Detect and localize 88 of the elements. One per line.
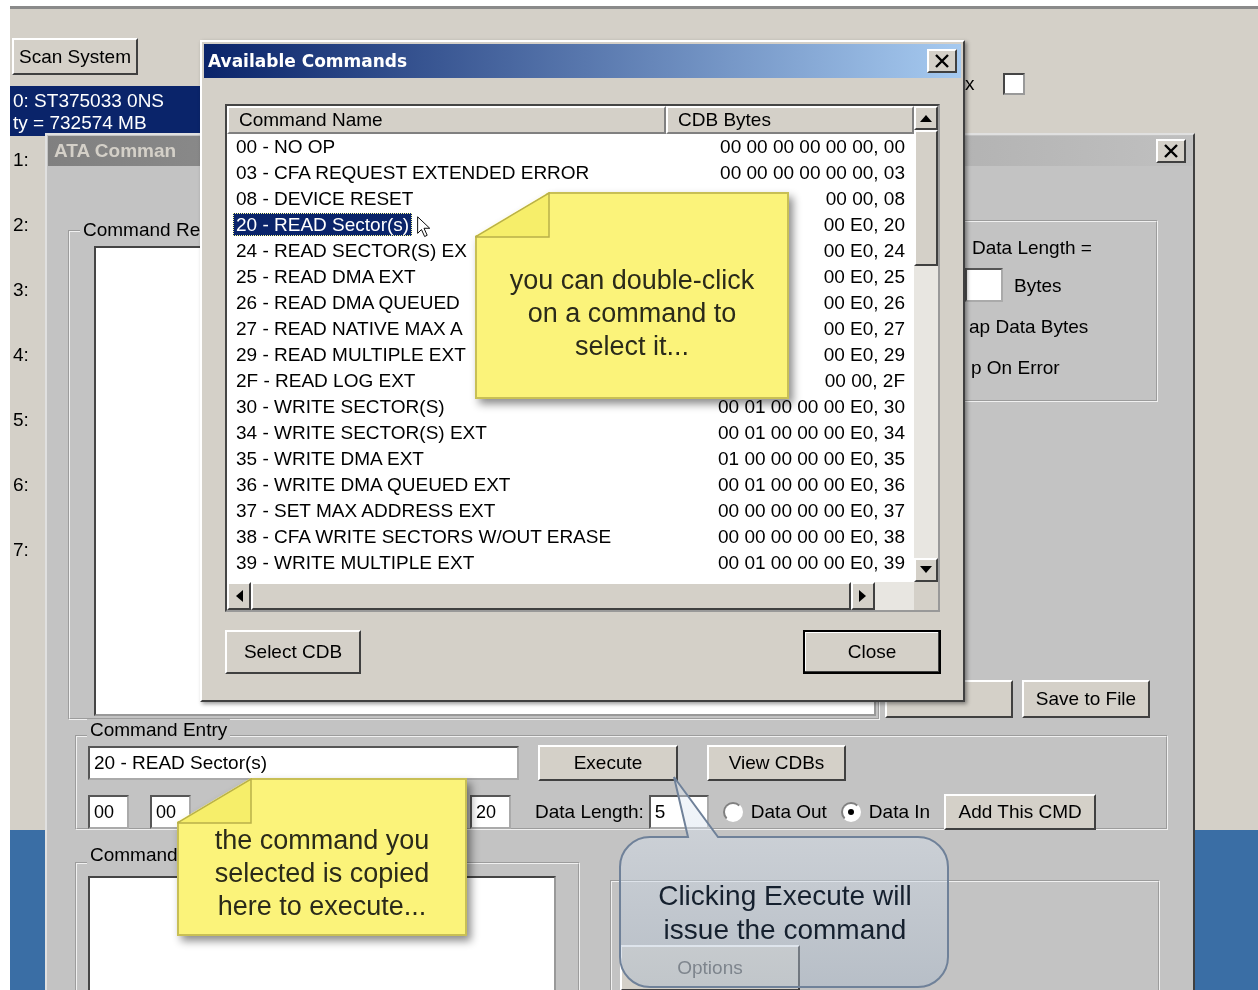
vertical-scrollbar[interactable] — [914, 106, 938, 582]
scrollbar-corner — [914, 582, 938, 610]
input-field[interactable] — [965, 268, 1003, 302]
cdb-bytes: 00 01 00 00 00 E0, 34 — [718, 422, 905, 443]
bytes-label: Bytes — [1014, 275, 1062, 297]
up-arrow-icon — [920, 114, 932, 122]
mouse-pointer-icon — [417, 216, 431, 238]
byte-field[interactable]: 20 — [470, 795, 511, 829]
save-button[interactable]: Save to File — [1022, 680, 1150, 718]
command-name[interactable]: 00 - NO OP — [233, 135, 339, 158]
radio-label[interactable]: Data In — [868, 801, 931, 823]
view-cdbs-button[interactable]: View CDBs — [707, 745, 846, 781]
command-name[interactable]: 03 - CFA REQUEST EXTENDED ERROR — [233, 161, 593, 184]
device-item[interactable]: 5: — [10, 396, 43, 461]
command-name[interactable]: 2F - READ LOG EXT — [233, 369, 419, 392]
command-name[interactable]: 25 - READ DMA EXT — [233, 265, 419, 288]
cdb-bytes: 00 01 00 00 00 E0, 30 — [718, 396, 905, 417]
command-field[interactable]: 20 - READ Sector(s) — [88, 746, 519, 780]
device-item[interactable]: 3: — [10, 266, 43, 331]
bubble-text: Clicking Execute will issue the command — [657, 879, 913, 947]
byte-field[interactable]: 00 — [88, 795, 129, 829]
execute-button[interactable]: Execute — [538, 745, 678, 781]
command-name[interactable]: 30 - WRITE SECTOR(S) — [233, 395, 448, 418]
cdb-bytes: 00 E0, 29 — [823, 344, 905, 365]
close-icon — [934, 54, 950, 68]
cdb-bytes: 00 01 00 00 00 E0, 36 — [718, 474, 905, 495]
column-header[interactable]: CDB Bytes — [666, 106, 914, 134]
cdb-bytes: 00 E0, 25 — [823, 266, 905, 287]
dialog-title: Available Commands — [208, 51, 408, 71]
radio-button[interactable] — [840, 802, 861, 822]
device-item[interactable]: 1: — [10, 136, 43, 201]
scan-system-button[interactable]: Scan System — [12, 38, 138, 75]
cdb-bytes: 00 00 00 00 00 00, 00 — [720, 136, 905, 157]
command-name[interactable]: 26 - READ DMA QUEUED — [233, 291, 463, 314]
cdb-bytes: 00 00 00 00 00 E0, 37 — [718, 500, 905, 521]
cdb-bytes: 00 E0, 27 — [823, 318, 905, 339]
byte-field[interactable]: 00 — [150, 795, 191, 829]
device-item[interactable]: 6: — [10, 461, 43, 526]
callout-note: you can double-click on a command to select it... — [475, 192, 789, 399]
command-name[interactable]: 37 - SET MAX ADDRESS EXT — [233, 499, 499, 522]
cdb-bytes: 00 E0, 20 — [823, 214, 905, 235]
cdb-bytes: 00 E0, 26 — [823, 292, 905, 313]
window-title: ATA Comman — [54, 140, 177, 162]
cdb-bytes: 00 00 00 00 00 00, 03 — [720, 162, 905, 183]
data-length-label: Data Length = — [972, 237, 1092, 259]
cdb-bytes: 00 E0, 24 — [823, 240, 905, 261]
command-name[interactable]: 38 - CFA WRITE SECTORS W/OUT ERASE — [233, 525, 615, 548]
group-label: Command Entry — [87, 719, 231, 741]
right-arrow-icon — [859, 590, 867, 602]
close-icon — [1163, 144, 1179, 158]
cdb-bytes: 00 00 00 00 00 E0, 38 — [718, 526, 905, 547]
device-item[interactable]: 2: — [10, 201, 43, 266]
radio-button[interactable] — [722, 802, 743, 822]
device-item[interactable]: 4: — [10, 331, 43, 396]
folded-corner-icon — [177, 778, 253, 824]
callout-note: the command you selected is copied here to execute... — [177, 778, 467, 936]
stop-label: p On Error — [971, 357, 1060, 379]
cdb-bytes: 00 00, 2F — [824, 370, 905, 391]
option-label: x — [965, 73, 975, 95]
left-arrow-icon — [235, 590, 243, 602]
command-name[interactable]: 39 - WRITE MULTIPLE EXT — [233, 551, 478, 574]
column-header[interactable]: Command Name — [227, 106, 666, 134]
command-name[interactable]: 36 - WRITE DMA QUEUED EXT — [233, 473, 514, 496]
command-name[interactable]: 35 - WRITE DMA EXT — [233, 447, 427, 470]
command-name[interactable]: 29 - READ MULTIPLE EXT — [233, 343, 469, 366]
checkbox[interactable] — [1002, 73, 1025, 95]
close-button[interactable] — [927, 49, 957, 73]
cdb-bytes: 01 00 00 00 00 E0, 35 — [718, 448, 905, 469]
add-command-button[interactable]: Add This CMD — [944, 794, 1097, 830]
down-arrow-icon — [920, 566, 932, 574]
cdb-bytes: 00 00, 08 — [825, 188, 905, 209]
cdb-bytes: 00 01 00 00 00 E0, 39 — [718, 552, 905, 573]
command-name[interactable]: 34 - WRITE SECTOR(S) EXT — [233, 421, 490, 444]
command-name[interactable]: 20 - READ Sector(s) — [233, 213, 413, 236]
command-name[interactable]: 27 - READ NATIVE MAX A — [233, 317, 466, 340]
device-item[interactable]: 7: — [10, 526, 43, 591]
horizontal-scrollbar[interactable] — [227, 582, 914, 610]
folded-corner-icon — [475, 192, 551, 238]
data-length-label: Data Length: — [535, 801, 644, 823]
radio-label[interactable]: Data Out — [750, 801, 827, 823]
close-dialog-button[interactable]: Close — [803, 630, 941, 674]
command-name[interactable]: 24 - READ SECTOR(S) EX — [233, 239, 470, 262]
command-name[interactable]: 08 - DEVICE RESET — [233, 187, 417, 210]
select-cdb-button[interactable]: Select CDB — [225, 630, 361, 674]
close-button[interactable] — [1156, 139, 1186, 163]
device-item[interactable]: 0: ST375033 0NS ty = 732574 MB — [10, 86, 200, 136]
swap-label: ap Data Bytes — [969, 316, 1089, 338]
data-length-field[interactable]: 5 — [648, 795, 709, 829]
